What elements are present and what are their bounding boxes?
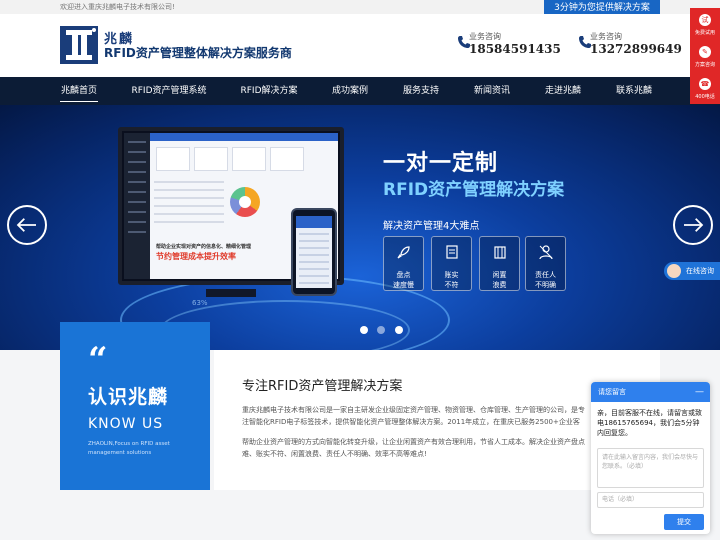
nav-item-cases[interactable]: 成功案例	[329, 77, 371, 105]
pain-point-line2: 不明确	[535, 281, 556, 289]
tool-label: 方案咨询	[694, 62, 715, 68]
chat-header[interactable]: 请您留言 —	[591, 382, 710, 402]
ledger-icon	[446, 245, 458, 259]
percent-label: 63%	[192, 299, 208, 307]
pain-point-tile: 闲置 浪费	[479, 236, 520, 291]
chat-title: 请您留言	[598, 388, 626, 396]
nav-item-home[interactable]: 兆麟首页	[60, 77, 98, 105]
phone-input[interactable]: 电话（必填）	[597, 492, 704, 508]
dashboard-topbar	[150, 133, 338, 141]
nav-item-contact[interactable]: 联系兆麟	[613, 77, 655, 105]
know-us-subtitle: ZHAOLIN,Focus on RFID asset management s…	[88, 441, 170, 456]
phone-number[interactable]: 13272899649	[590, 42, 682, 56]
chat-message: 亲，目前客服不在线，请留言或致电18615765694，我们会5分钟内回复您。	[597, 409, 702, 437]
logo-icon[interactable]	[60, 26, 98, 64]
solution-consult-button[interactable]: ✎ 方案咨询	[690, 42, 720, 72]
carousel-dot-2[interactable]	[377, 326, 385, 334]
edit-icon: ✎	[699, 46, 711, 58]
pain-point-line1: 盘点	[396, 271, 411, 279]
carousel-next-arrow-icon[interactable]	[673, 205, 713, 245]
message-textarea[interactable]: 请在此输入留言内容，我们会尽快与您联系。（必填）	[597, 448, 704, 488]
know-us-box: “ 认识兆麟 KNOW US ZHAOLIN,Focus on RFID ass…	[60, 322, 210, 490]
dashboard-card	[232, 147, 266, 171]
carousel-dot-1[interactable]	[360, 326, 368, 334]
pain-point-line2: 速度慢	[393, 281, 414, 289]
pain-points-title: 解决资产管理4大难点	[383, 221, 480, 232]
hero-banner[interactable]: 帮助企业实现对资产的信息化、精细化管理 节约管理成本提升效率 63% 一对一定制…	[0, 105, 720, 350]
mobile-screen	[296, 216, 332, 288]
rocket-icon	[397, 246, 410, 259]
dashboard-row	[154, 189, 224, 191]
nav-item-rfid-solutions[interactable]: RFID解决方案	[238, 77, 300, 105]
dashboard-card	[270, 147, 304, 171]
screen-promo-highlight: 节约管理成本提升效率	[156, 252, 236, 261]
know-us-title: 认识兆麟	[88, 386, 169, 408]
mobile-illustration	[291, 208, 337, 296]
header: 兆麟 RFID资产管理整体解决方案服务商 业务咨询 18584591435 业务…	[0, 14, 720, 77]
company-slogan: RFID资产管理整体解决方案服务商	[104, 46, 292, 60]
pain-point-tile: 账实 不符	[431, 236, 472, 291]
dashboard-row	[154, 205, 224, 207]
hotline-button[interactable]: ☎ 400电话	[690, 74, 720, 104]
monitor-stand	[206, 289, 256, 297]
pain-point-tile: 责任人 不明确	[525, 236, 566, 291]
dashboard-sidebar	[124, 133, 150, 279]
phone-icon	[579, 36, 591, 48]
hero-headline: 一对一定制	[383, 151, 499, 176]
trial-icon: 试	[699, 14, 711, 26]
carousel-dot-3[interactable]	[395, 326, 403, 334]
floating-toolbar: 试 免费试用 ✎ 方案咨询 ☎ 400电话	[690, 8, 720, 104]
tool-label: 免费试用	[694, 30, 715, 36]
pain-point-line2: 不符	[444, 281, 459, 289]
about-heading: 专注RFID资产管理解决方案	[242, 379, 403, 394]
dashboard-card	[156, 147, 190, 171]
phone-label: 业务咨询	[590, 32, 622, 41]
chat-widget: 请您留言 — 亲，目前客服不在线，请留言或致电18615765694，我们会5分…	[591, 382, 710, 534]
phone-icon	[458, 36, 470, 48]
online-consult-button[interactable]: 在线咨询	[664, 262, 720, 280]
donut-chart-icon	[230, 187, 260, 217]
hero-subheadline: RFID资产管理解决方案	[383, 180, 565, 200]
top-bar: 欢迎进入重庆兆麟电子技术有限公司! 3分钟为您提供解决方案	[0, 0, 720, 16]
submit-button[interactable]: 提交	[664, 514, 704, 530]
tool-label: 400电话	[695, 94, 715, 100]
quote-mark-icon: “	[88, 340, 108, 380]
dashboard-row	[154, 213, 224, 215]
main-nav: 兆麟首页 RFID资产管理系统 RFID解决方案 成功案例 服务支持 新闻资讯 …	[0, 77, 720, 105]
agent-avatar-icon	[667, 264, 681, 278]
online-consult-label: 在线咨询	[686, 267, 714, 275]
about-paragraph: 帮助企业资产管理的方式向智能化转变升级，让企业闲置资产有效合理利用，节省人工成本…	[242, 438, 585, 458]
building-icon	[494, 246, 506, 259]
dashboard-row	[154, 197, 224, 199]
pain-point-line1: 责任人	[535, 271, 556, 279]
pain-point-line1: 闲置	[492, 271, 507, 279]
dashboard-card	[194, 147, 228, 171]
nav-item-about[interactable]: 走进兆麟	[542, 77, 584, 105]
phone-number[interactable]: 18584591435	[469, 42, 561, 56]
know-us-title-en: KNOW US	[88, 416, 164, 432]
carousel-prev-arrow-icon[interactable]	[7, 205, 47, 245]
phone-label: 业务咨询	[469, 32, 501, 41]
person-icon	[539, 245, 553, 260]
nav-item-news[interactable]: 新闻资讯	[471, 77, 513, 105]
phone-icon: ☎	[699, 78, 711, 90]
nav-item-rfid-system[interactable]: RFID资产管理系统	[128, 77, 210, 105]
dashboard-row	[154, 221, 224, 223]
free-trial-button[interactable]: 试 免费试用	[690, 10, 720, 40]
screen-promo-text: 帮助企业实现对资产的信息化、精细化管理	[156, 244, 252, 250]
pain-point-line1: 账实	[444, 271, 459, 279]
pain-point-tile: 盘点 速度慢	[383, 236, 424, 291]
dashboard-row	[154, 181, 224, 183]
nav-item-support[interactable]: 服务支持	[400, 77, 442, 105]
about-paragraph: 重庆兆麟电子技术有限公司是一家自主研发企业级固定资产管理、物资管理、仓库管理、生…	[242, 406, 585, 426]
minimize-icon[interactable]: —	[695, 382, 704, 402]
welcome-text: 欢迎进入重庆兆麟电子技术有限公司!	[60, 3, 175, 11]
pain-point-line2: 浪费	[492, 281, 507, 289]
